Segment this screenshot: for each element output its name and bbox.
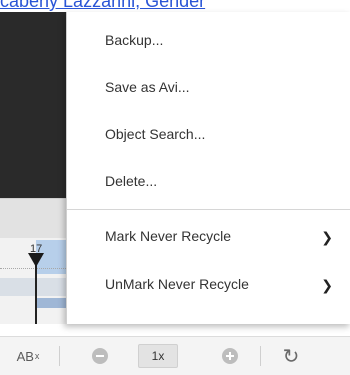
menu-item-label: UnMark Never Recycle [105, 276, 249, 292]
context-menu: Backup... Save as Avi... Object Search..… [66, 12, 350, 324]
menu-item-label: Save as Avi... [105, 79, 190, 95]
refresh-icon: ↻ [282, 344, 300, 368]
menu-item-delete[interactable]: Delete... [67, 161, 350, 201]
toolbar-divider [59, 346, 60, 366]
text-overlay-sup: x [34, 351, 40, 361]
speed-button[interactable]: 1x [136, 337, 180, 375]
timeline-band [0, 278, 66, 296]
plus-circle-icon [222, 348, 238, 364]
zoom-out-button[interactable] [88, 337, 112, 375]
bottom-toolbar: AB x 1x ↻ [0, 336, 350, 375]
menu-item-backup[interactable]: Backup... [67, 20, 350, 60]
menu-item-label: Object Search... [105, 126, 206, 142]
timeline-segment-2[interactable] [36, 298, 66, 308]
menu-item-object-search[interactable]: Object Search... [67, 114, 350, 154]
top-link[interactable]: cabeny Lazzarini, Gender [0, 0, 350, 11]
text-overlay-label: AB [16, 348, 34, 364]
speed-label: 1x [138, 344, 178, 368]
menu-item-label: Mark Never Recycle [105, 228, 232, 244]
timeline-playhead-icon[interactable] [28, 253, 44, 267]
menu-divider [67, 209, 350, 210]
chevron-right-icon: ❯ [321, 277, 333, 293]
minus-circle-icon [92, 348, 108, 364]
menu-item-label: Backup... [105, 32, 164, 48]
toolbar-divider-2 [260, 346, 261, 366]
timeline-playhead-line[interactable] [35, 258, 37, 324]
chevron-right-icon: ❯ [321, 229, 333, 245]
zoom-in-button[interactable] [218, 337, 242, 375]
menu-item-save-as-avi[interactable]: Save as Avi... [67, 67, 350, 107]
menu-item-label: Delete... [105, 173, 158, 189]
menu-item-unmark-never-recycle[interactable]: UnMark Never Recycle ❯ [67, 264, 350, 304]
refresh-button[interactable]: ↻ [276, 337, 306, 375]
text-overlay-icon[interactable]: AB x [6, 337, 50, 375]
timeline-ticks [0, 268, 66, 275]
menu-item-mark-never-recycle[interactable]: Mark Never Recycle ❯ [67, 216, 350, 256]
video-player-area [0, 12, 66, 198]
